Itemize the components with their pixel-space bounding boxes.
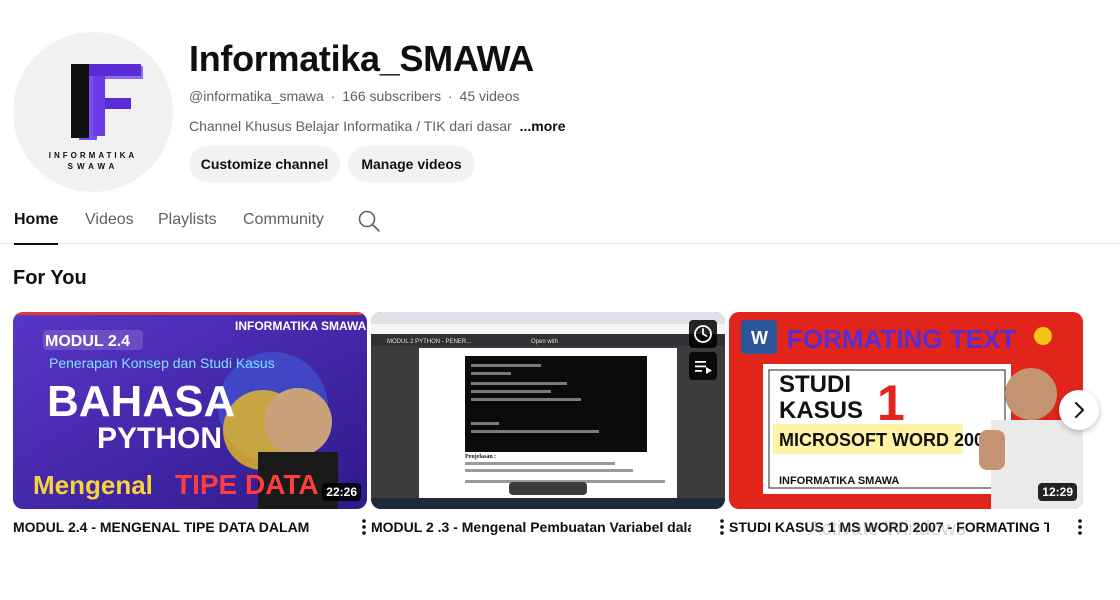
tab-community[interactable]: Community (243, 196, 324, 244)
video-title[interactable]: MODUL 2.4 - MENGENAL TIPE DATA DALAM (13, 519, 333, 535)
search-icon[interactable] (356, 208, 382, 234)
video-duration: 12:29 (1038, 483, 1077, 501)
video-card[interactable]: W FORMATING TEXT STUDI KASUS 1 MICROSOFT… (729, 312, 1083, 535)
more-vert-icon[interactable] (1072, 516, 1088, 538)
tab-playlists[interactable]: Playlists (158, 196, 217, 244)
thumb-bottom-text-b: TIPE DATA (175, 469, 319, 500)
description-more-link[interactable]: ...more (520, 118, 566, 134)
thumb-brand-text: INFORMATIKA SMAWA (779, 475, 899, 487)
video-duration: 22:26 (322, 483, 361, 501)
thumb-kasus-text: KASUS (779, 397, 863, 424)
channel-handle: @informatika_smawa (189, 88, 324, 104)
video-card[interactable]: MODUL 2 PYTHON - PENER... Open with Penj… (371, 312, 725, 535)
thumb-module-text: MODUL 2.4 (45, 333, 130, 350)
video-thumbnail[interactable]: MODUL 2 PYTHON - PENER... Open with Penj… (371, 312, 725, 509)
meta-separator: · (330, 88, 336, 104)
avatar-brand-line1: INFORMATIKA (48, 151, 138, 160)
thumb-line2-text: PYTHON (97, 422, 222, 455)
thumb-studi-text: STUDI (779, 371, 851, 398)
more-vert-icon[interactable] (714, 516, 730, 538)
tab-videos[interactable]: Videos (85, 196, 134, 244)
svg-text:W: W (751, 328, 768, 348)
channel-avatar[interactable]: INFORMATIKA SWAWA (13, 32, 173, 192)
avatar-brand-line2: SWAWA (67, 162, 119, 171)
video-thumbnail[interactable]: W FORMATING TEXT STUDI KASUS 1 MICROSOFT… (729, 312, 1083, 509)
thumb-product-text: MICROSOFT WORD 2007 (779, 430, 994, 450)
tab-home[interactable]: Home (14, 196, 59, 245)
add-to-queue-icon[interactable] (689, 352, 717, 380)
thumb-bottom-text-a: Mengenal (33, 470, 153, 500)
description-text: Channel Khusus Belajar Informatika / TIK… (189, 118, 512, 134)
channel-tabs: Home Videos Playlists Community (0, 196, 1120, 245)
activate-windows-watermark: Activate Windows (808, 518, 966, 540)
section-title: For You (13, 267, 87, 289)
thumb-number-text: 1 (877, 375, 905, 431)
manage-videos-button[interactable]: Manage videos (348, 146, 475, 182)
chevron-right-icon[interactable] (1059, 390, 1099, 430)
subscriber-count: 166 subscribers (342, 88, 442, 104)
customize-channel-button[interactable]: Customize channel (189, 146, 340, 182)
video-count: 45 videos (459, 88, 520, 104)
more-vert-icon[interactable] (356, 516, 372, 538)
thumb-line1-text: BAHASA (47, 377, 235, 426)
channel-name: Informatika_SMAWA (189, 38, 534, 79)
thumb-brand-text: INFORMATIKA SMAWA (235, 319, 367, 333)
thumb-open-with: Open with (531, 339, 558, 345)
video-title[interactable]: MODUL 2 .3 - Mengenal Pembuatan Variabel… (371, 519, 691, 535)
thumb-heading-text: FORMATING TEXT (787, 324, 1016, 354)
video-card[interactable]: INFORMATIKA SMAWA MODUL 2.4 Penerapan Ko… (13, 312, 367, 535)
channel-description: Channel Khusus Belajar Informatika / TIK… (189, 118, 565, 134)
thumb-penjelasan: Penjelasan : (465, 454, 496, 460)
channel-meta: @informatika_smawa · 166 subscribers · 4… (189, 88, 519, 104)
thumb-tab-title: MODUL 2 PYTHON - PENER... (387, 339, 471, 345)
video-thumbnail[interactable]: INFORMATIKA SMAWA MODUL 2.4 Penerapan Ko… (13, 312, 367, 509)
watch-later-icon[interactable] (689, 320, 717, 348)
thumb-subtitle-text: Penerapan Konsep dan Studi Kasus (49, 355, 275, 371)
meta-separator: · (447, 88, 453, 104)
